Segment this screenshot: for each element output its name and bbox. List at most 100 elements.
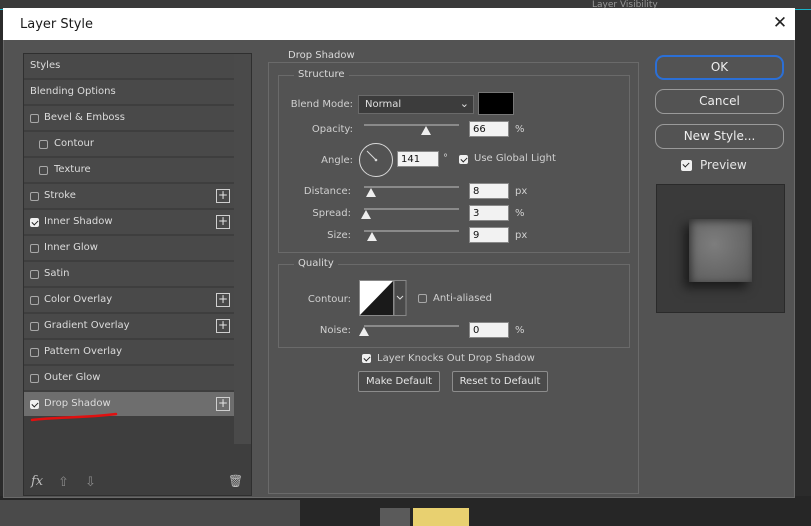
contour-picker[interactable] [359,280,407,316]
move-up-icon[interactable]: ⇧ [58,475,69,490]
spread-input[interactable]: 3 [469,205,509,221]
add-gradient-overlay-icon[interactable]: + [216,319,230,333]
dialog-title: Layer Style [20,17,94,32]
texture-checkbox[interactable] [39,166,48,175]
knocks-out-checkbox[interactable] [362,354,371,363]
close-icon[interactable]: ✕ [771,13,789,33]
style-item-label: Satin [44,268,70,279]
anti-aliased-label: Anti-aliased [433,293,493,304]
contour-checkbox[interactable] [39,140,48,149]
opacity-slider-thumb[interactable] [421,126,431,135]
ok-button[interactable]: OK [655,55,784,80]
reset-to-default-button[interactable]: Reset to Default [452,371,548,392]
size-input[interactable]: 9 [469,227,509,243]
blending-options-row[interactable]: Blending Options [24,80,234,105]
style-item-inner-shadow[interactable]: Inner Shadow + [24,210,234,235]
angle-input[interactable]: 141 [397,151,439,167]
contour-label: Contour: [307,294,351,305]
gradient-overlay-checkbox[interactable] [30,322,39,331]
preview-swatch [689,219,752,282]
style-item-label: Texture [54,164,91,175]
bevel-emboss-checkbox[interactable] [30,114,39,123]
style-item-pattern-overlay[interactable]: Pattern Overlay [24,340,234,365]
styles-header-row[interactable]: Styles [24,54,234,79]
drop-shadow-group-title: Drop Shadow [284,50,359,61]
size-slider-thumb[interactable] [367,232,377,241]
opacity-label: Opacity: [311,124,353,135]
spread-slider-track[interactable] [364,208,459,210]
angle-unit: ° [443,153,448,164]
red-underline-annotation [30,412,118,422]
anti-aliased-checkbox[interactable] [418,294,427,303]
inner-glow-checkbox[interactable] [30,244,39,253]
style-item-label: Stroke [44,190,76,201]
move-down-icon[interactable]: ⇩ [85,475,96,490]
style-item-label: Contour [54,138,94,149]
style-item-contour[interactable]: Contour [24,132,234,157]
preview-thumbnail [656,184,785,313]
style-item-bevel-emboss[interactable]: Bevel & Emboss [24,106,234,131]
inner-shadow-checkbox[interactable] [30,218,39,227]
preview-label: Preview [700,158,747,172]
spread-slider-thumb[interactable] [361,210,371,219]
style-item-texture[interactable]: Texture [24,158,234,183]
use-global-light-checkbox[interactable] [459,155,468,164]
style-item-label: Outer Glow [44,372,101,383]
color-overlay-checkbox[interactable] [30,296,39,305]
size-slider-track[interactable] [364,230,459,232]
outer-glow-checkbox[interactable] [30,374,39,383]
background-canvas-area [0,500,300,526]
blend-mode-label: Blend Mode: [290,99,353,110]
make-default-button[interactable]: Make Default [358,371,440,392]
style-item-outer-glow[interactable]: Outer Glow [24,366,234,391]
noise-input[interactable]: 0 [469,322,509,338]
opacity-input[interactable]: 66 [469,121,509,137]
spread-unit: % [515,208,525,219]
add-color-overlay-icon[interactable]: + [216,293,230,307]
noise-slider-thumb[interactable] [359,327,369,336]
blend-mode-select[interactable]: Normal ⌄ [358,95,474,114]
style-item-label: Color Overlay [44,294,113,305]
distance-label: Distance: [303,186,351,197]
distance-input[interactable]: 8 [469,183,509,199]
fx-icon[interactable]: fx [31,474,43,489]
style-item-color-overlay[interactable]: Color Overlay + [24,288,234,313]
style-item-label: Inner Glow [44,242,98,253]
size-unit: px [515,230,528,241]
style-item-label: Bevel & Emboss [44,112,125,123]
noise-label: Noise: [319,325,351,336]
add-inner-shadow-icon[interactable]: + [216,215,230,229]
trash-icon[interactable]: 🗑 [228,474,243,488]
pattern-overlay-checkbox[interactable] [30,348,39,357]
distance-slider-track[interactable] [364,186,459,188]
styles-list-scrollbar[interactable] [234,54,251,444]
style-item-label: Pattern Overlay [44,346,123,357]
background-swatch [413,508,469,526]
blending-options-label: Blending Options [30,86,116,97]
add-stroke-icon[interactable]: + [216,189,230,203]
style-item-inner-glow[interactable]: Inner Glow [24,236,234,261]
noise-slider-track[interactable] [364,325,459,327]
distance-slider-thumb[interactable] [366,188,376,197]
size-label: Size: [327,230,351,241]
structure-title: Structure [294,69,349,80]
style-item-satin[interactable]: Satin [24,262,234,287]
style-item-label: Gradient Overlay [44,320,130,331]
style-item-gradient-overlay[interactable]: Gradient Overlay + [24,314,234,339]
new-style-button[interactable]: New Style... [655,124,784,149]
stroke-checkbox[interactable] [30,192,39,201]
cancel-button[interactable]: Cancel [655,89,784,114]
shadow-color-swatch[interactable] [478,92,514,115]
knocks-out-label: Layer Knocks Out Drop Shadow [377,353,535,364]
dialog-titlebar[interactable] [3,8,795,40]
style-item-stroke[interactable]: Stroke + [24,184,234,209]
satin-checkbox[interactable] [30,270,39,279]
add-drop-shadow-icon[interactable]: + [216,397,230,411]
preview-checkbox[interactable] [681,160,692,171]
styles-header-label: Styles [30,60,61,71]
chevron-down-icon: ⌄ [459,97,469,110]
angle-dial-icon[interactable] [358,142,394,178]
opacity-slider-track[interactable] [364,124,459,126]
use-global-light-label: Use Global Light [474,153,556,164]
blend-mode-value: Normal [365,99,402,110]
